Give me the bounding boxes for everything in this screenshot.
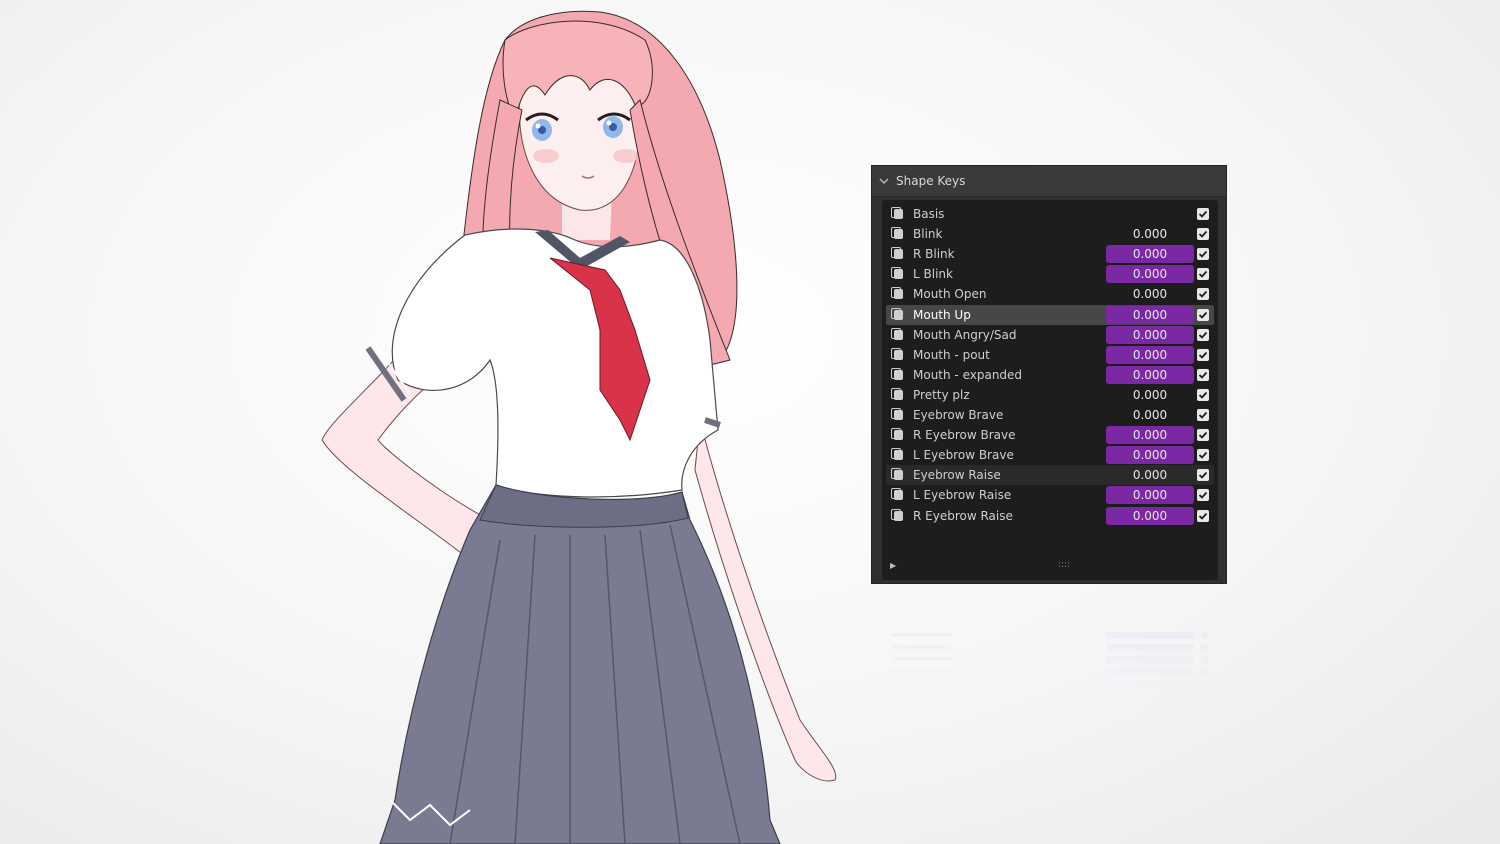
shape-key-value-field[interactable]: 0.000 bbox=[1106, 406, 1194, 424]
shape-key-icon bbox=[890, 387, 904, 402]
shape-key-mute-checkbox[interactable] bbox=[1197, 409, 1209, 421]
shape-keys-panel: Shape Keys ▶ :::: BasisBlink 0.000 R Blink… bbox=[871, 165, 1227, 584]
resize-grip[interactable]: :::: bbox=[1058, 560, 1070, 570]
shape-key-mute-checkbox[interactable] bbox=[1197, 489, 1209, 502]
shape-key-mute-checkbox[interactable] bbox=[1197, 348, 1209, 361]
shirt bbox=[391, 228, 719, 498]
shape-key-icon bbox=[890, 227, 904, 241]
shape-key-value-field[interactable]: 0.000 bbox=[1106, 305, 1194, 324]
shape-key-icon bbox=[890, 488, 904, 502]
shape-key-icon bbox=[890, 327, 904, 342]
shape-key-icon bbox=[890, 508, 904, 523]
shape-key-row[interactable]: L Eyebrow Brave 0.000 bbox=[886, 445, 1214, 465]
shape-key-mute-checkbox[interactable] bbox=[1197, 268, 1209, 281]
shape-key-mute-checkbox[interactable] bbox=[1197, 449, 1209, 462]
shape-key-icon bbox=[890, 468, 904, 482]
shape-key-row[interactable]: R Eyebrow Raise 0.000 bbox=[886, 506, 1214, 526]
shape-key-row[interactable]: L Blink 0.000 bbox=[886, 264, 1214, 284]
shape-key-icon bbox=[890, 307, 904, 322]
shape-key-mute-checkbox[interactable] bbox=[1197, 388, 1209, 401]
shape-key-row[interactable]: Mouth Angry/Sad 0.000 bbox=[886, 325, 1214, 345]
shape-keys-header[interactable]: Shape Keys bbox=[872, 166, 1226, 197]
shape-key-mute-checkbox[interactable] bbox=[1197, 368, 1209, 381]
shape-key-mute-checkbox[interactable] bbox=[1197, 308, 1209, 321]
shape-key-value-field[interactable]: 0.000 bbox=[1106, 365, 1194, 384]
shape-key-value-field[interactable]: 0.000 bbox=[1106, 225, 1194, 243]
shape-key-row[interactable]: R Eyebrow Brave 0.000 bbox=[886, 425, 1214, 445]
panel-title: Shape Keys bbox=[896, 174, 966, 188]
shape-key-mute-checkbox[interactable] bbox=[1197, 208, 1209, 220]
triangle-right-icon[interactable]: ▶ bbox=[890, 561, 896, 570]
shape-key-value-field[interactable]: 0.000 bbox=[1106, 386, 1194, 404]
shape-key-row[interactable]: Eyebrow Raise 0.000 bbox=[886, 465, 1214, 486]
shape-key-value-field[interactable]: 0.000 bbox=[1106, 345, 1194, 364]
shape-key-value-field[interactable]: 0.000 bbox=[1106, 486, 1194, 505]
shape-key-mute-checkbox[interactable] bbox=[1197, 248, 1209, 261]
shape-key-value-field[interactable]: 0.000 bbox=[1106, 245, 1194, 264]
shape-key-icon bbox=[890, 287, 904, 301]
shape-key-mute-checkbox[interactable] bbox=[1197, 288, 1209, 301]
shape-key-value-field[interactable]: 0.000 bbox=[1106, 265, 1194, 284]
chevron-down-icon[interactable] bbox=[878, 175, 890, 187]
shape-key-mute-checkbox[interactable] bbox=[1197, 228, 1209, 241]
shape-key-mute-checkbox[interactable] bbox=[1197, 509, 1209, 522]
shape-key-row[interactable]: Mouth - expanded 0.000 bbox=[886, 365, 1214, 385]
shape-key-mute-checkbox[interactable] bbox=[1197, 328, 1209, 341]
panel-reflection bbox=[871, 590, 1227, 700]
shape-key-mute-checkbox[interactable] bbox=[1197, 429, 1209, 442]
shape-key-value-field[interactable]: 0.000 bbox=[1106, 325, 1194, 344]
shape-key-row[interactable]: Mouth - pout 0.000 bbox=[886, 345, 1214, 365]
shape-key-value-field[interactable]: 0.000 bbox=[1106, 446, 1194, 465]
shape-key-row[interactable]: R Blink 0.000 bbox=[886, 244, 1214, 264]
shape-key-value-field[interactable]: 0.000 bbox=[1106, 285, 1194, 303]
shape-key-row[interactable]: Eyebrow Brave 0.000 bbox=[886, 405, 1214, 425]
shape-keys-list[interactable]: ▶ :::: BasisBlink 0.000 R Blink 0.000 L Blin… bbox=[882, 200, 1218, 580]
shape-key-row[interactable]: Mouth Open 0.000 bbox=[886, 284, 1214, 304]
character-illustration bbox=[321, 10, 837, 844]
shape-key-icon bbox=[890, 367, 904, 382]
shape-key-name[interactable]: Basis bbox=[913, 207, 1214, 221]
shape-key-icon bbox=[890, 347, 904, 362]
shape-key-mute-checkbox[interactable] bbox=[1197, 469, 1209, 482]
shape-key-row[interactable]: Mouth Up 0.000 bbox=[886, 304, 1214, 325]
shape-key-value-field[interactable]: 0.000 bbox=[1106, 506, 1194, 525]
shape-key-row[interactable]: Blink 0.000 bbox=[886, 224, 1214, 244]
shape-key-icon bbox=[890, 408, 904, 422]
shape-key-icon bbox=[890, 448, 904, 462]
shape-key-icon bbox=[890, 207, 904, 221]
shape-key-icon bbox=[890, 267, 904, 281]
shape-key-value-field[interactable]: 0.000 bbox=[1106, 426, 1194, 445]
shape-key-icon bbox=[890, 428, 904, 442]
shape-key-row[interactable]: L Eyebrow Raise 0.000 bbox=[886, 485, 1214, 505]
shape-key-icon bbox=[890, 247, 904, 261]
shape-key-value-field[interactable]: 0.000 bbox=[1106, 466, 1194, 484]
shape-key-row[interactable]: Basis bbox=[886, 204, 1214, 224]
shape-key-row[interactable]: Pretty plz 0.000 bbox=[886, 385, 1214, 405]
